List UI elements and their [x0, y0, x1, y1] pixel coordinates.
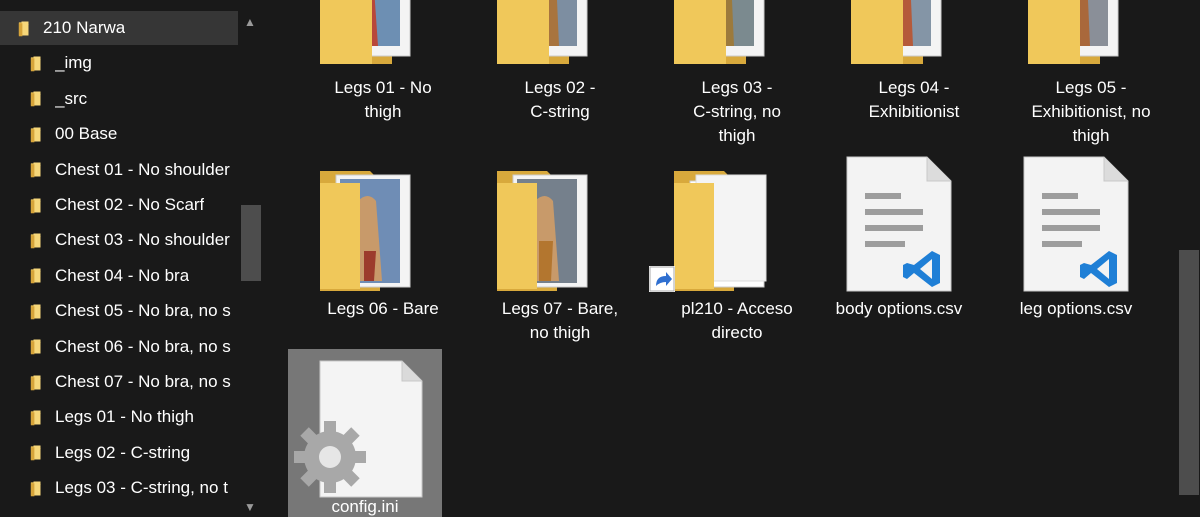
sidebar-item-label: _src — [55, 88, 88, 108]
navigation-pane: 210 Narwa _img _src 00 Base Chest 01 - No sh… — [0, 0, 262, 517]
sidebar-item-label: Legs 01 - No thigh — [55, 407, 194, 427]
sidebar-item[interactable]: Legs 02 - C-string — [0, 436, 262, 470]
content-scroll-thumb[interactable] — [1179, 250, 1199, 495]
sidebar-scrollbar[interactable]: ▲ ▼ — [238, 0, 262, 517]
sidebar-scroll-thumb[interactable] — [241, 205, 261, 281]
file-name: Legs 07 - Bare, no thigh — [501, 299, 619, 342]
file-body-options-csv[interactable]: body options.csv — [822, 155, 976, 345]
sidebar-item-label: Chest 05 - No bra, no s — [55, 301, 231, 321]
folder-icon — [30, 232, 44, 249]
file-name: Legs 02 - C-string — [524, 78, 596, 121]
file-config-ini[interactable]: config.ini — [288, 349, 442, 517]
sidebar-item-label: Chest 06 - No bra, no s — [55, 336, 231, 356]
folder-legs-01[interactable]: Legs 01 - No thigh — [306, 0, 460, 150]
vscode-file-icon — [1023, 156, 1129, 292]
file-name: Legs 01 - No thigh — [334, 78, 432, 121]
shortcut-pl210[interactable]: pl210 - Acceso directo — [649, 155, 814, 345]
folder-icon — [30, 409, 44, 426]
sidebar-item-label: Legs 02 - C-string — [55, 442, 191, 462]
sidebar-item[interactable]: Legs 01 - No thigh — [0, 400, 262, 434]
sidebar-item-label: Chest 02 - No Scarf — [55, 195, 205, 214]
settings-file-icon — [294, 360, 423, 498]
folder-icon — [674, 171, 767, 291]
folder-icon — [30, 374, 44, 391]
file-view: Legs 01 - No thigh Legs 02 - C-string Legs… — [262, 0, 1176, 517]
folder-icon — [30, 303, 44, 320]
sidebar-item-label: _img — [55, 53, 92, 73]
folder-icon — [30, 55, 44, 72]
folder-icon — [30, 90, 44, 107]
sidebar-item[interactable]: Chest 01 - No shoulder — [0, 153, 262, 187]
folder-legs-02[interactable]: Legs 02 - C-string — [483, 0, 637, 150]
folder-icon — [1028, 0, 1119, 64]
folder-icon — [497, 171, 588, 291]
folder-icon — [851, 0, 942, 64]
folder-legs-07[interactable]: Legs 07 - Bare, no thigh — [483, 155, 637, 345]
file-name: Legs 03 - C-string, no thigh — [693, 78, 781, 145]
sidebar-item-current-folder[interactable]: 210 Narwa — [0, 11, 256, 45]
sidebar-item[interactable]: 00 Base — [0, 117, 262, 151]
content-scrollbar[interactable] — [1176, 0, 1200, 517]
folder-icon — [320, 0, 411, 64]
folder-legs-03[interactable]: Legs 03 - C-string, no thigh — [660, 0, 814, 150]
folder-icon — [30, 480, 44, 497]
folder-icon — [497, 0, 588, 64]
folder-icon — [30, 444, 44, 461]
sidebar-item[interactable]: Chest 05 - No bra, no s — [0, 294, 262, 328]
file-name: leg options.csv — [1019, 299, 1133, 318]
folder-icon — [30, 197, 44, 214]
sidebar-item[interactable]: _img — [0, 46, 262, 80]
file-name: config.ini — [331, 497, 399, 516]
sidebar-item[interactable]: Chest 06 - No bra, no s — [0, 330, 262, 364]
shortcut-arrow-icon — [649, 266, 675, 292]
sidebar-item[interactable]: Chest 04 - No bra — [0, 259, 262, 293]
folder-icon — [30, 267, 44, 284]
file-leg-options-csv[interactable]: leg options.csv — [999, 155, 1153, 345]
sidebar-item-label: Legs 03 - C-string, no t — [55, 478, 228, 498]
folder-legs-05[interactable]: Legs 05 - Exhibitionist, no thigh — [1014, 0, 1168, 150]
sidebar-item[interactable]: _src — [0, 82, 262, 116]
scroll-down-arrow-icon[interactable]: ▼ — [242, 499, 258, 515]
folder-legs-04[interactable]: Legs 04 - Exhibitionist — [837, 0, 991, 150]
folder-icon — [674, 0, 765, 64]
sidebar-item-label: Chest 01 - No shoulder — [55, 159, 230, 179]
file-name: Legs 04 - Exhibitionist — [868, 78, 960, 121]
sidebar-item[interactable]: Chest 02 - No Scarf — [0, 188, 262, 222]
file-name: Legs 05 - Exhibitionist, no thigh — [1031, 78, 1151, 145]
file-name: Legs 06 - Bare — [327, 299, 439, 318]
file-name: body options.csv — [835, 299, 963, 318]
folder-icon — [320, 171, 411, 291]
sidebar-item-label: 210 Narwa — [43, 18, 126, 37]
sidebar-item[interactable]: Legs 03 - C-string, no t — [0, 471, 262, 505]
sidebar-item-label: Chest 03 - No shoulder — [55, 230, 230, 250]
sidebar-item[interactable]: Chest 07 - No bra, no s — [0, 365, 262, 399]
vscode-file-icon — [846, 156, 952, 292]
folder-icon — [18, 20, 32, 37]
file-name: pl210 - Acceso directo — [681, 299, 793, 342]
sidebar-item-label: Chest 04 - No bra — [55, 265, 190, 285]
folder-icon — [30, 126, 44, 143]
folder-icon — [30, 338, 44, 355]
folder-legs-06[interactable]: Legs 06 - Bare — [306, 155, 460, 345]
scroll-up-arrow-icon[interactable]: ▲ — [242, 14, 258, 30]
folder-icon — [30, 161, 44, 178]
sidebar-item[interactable]: Chest 03 - No shoulder — [0, 223, 262, 257]
sidebar-item-label: 00 Base — [55, 124, 118, 144]
sidebar-item-label: Chest 07 - No bra, no s — [55, 372, 231, 391]
